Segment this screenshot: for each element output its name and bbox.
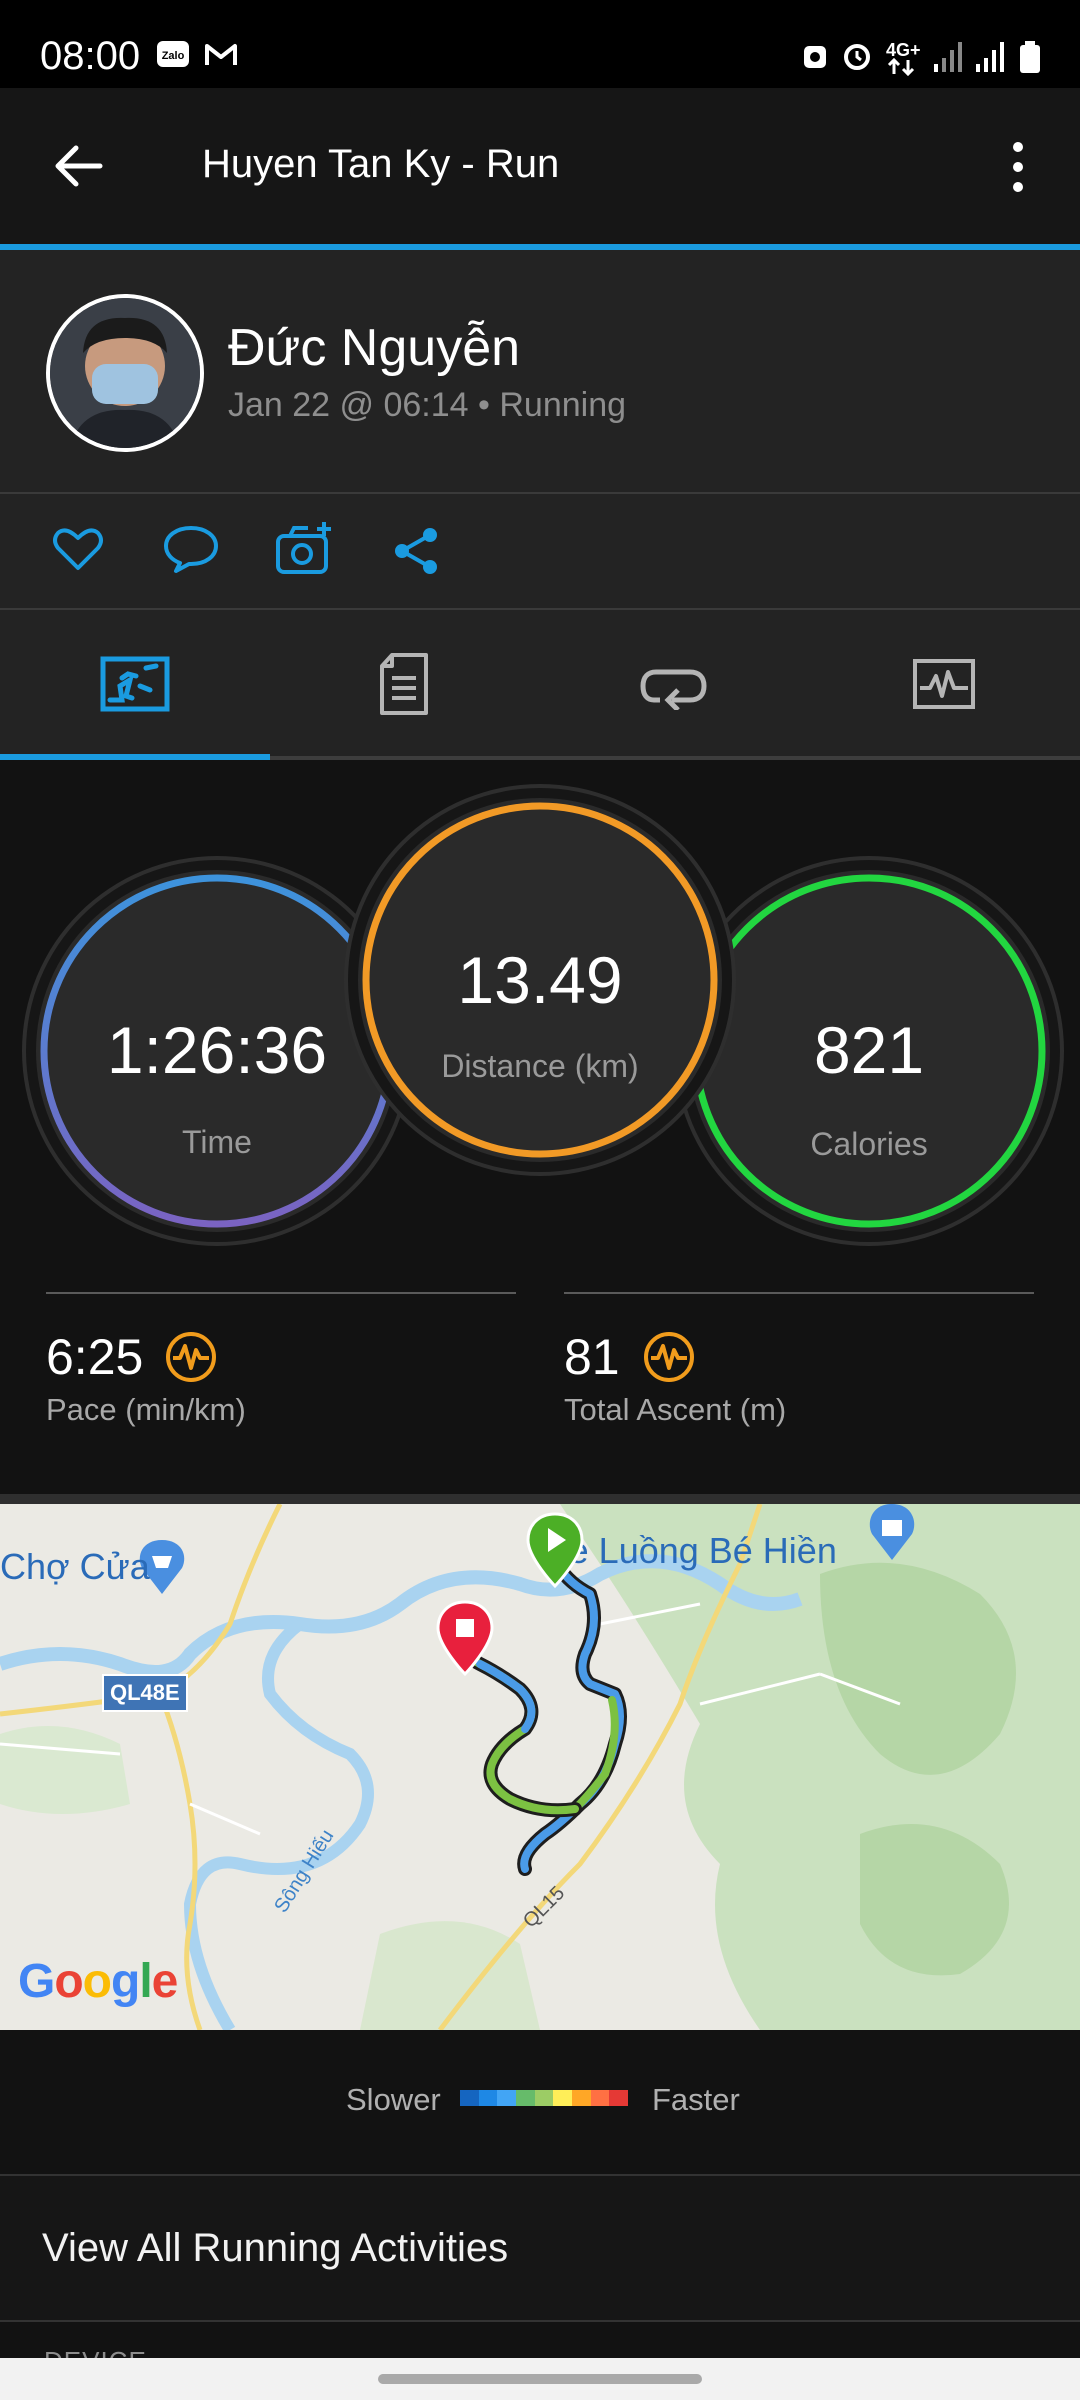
legend-swatch (553, 2090, 573, 2106)
comment-icon[interactable] (162, 524, 220, 574)
view-all-running-activities-link[interactable]: View All Running Activities (42, 2226, 508, 2271)
activity-subtitle: Jan 22 @ 06:14 • Running (228, 386, 627, 424)
pace-value: 6:25 (46, 1329, 144, 1385)
alarm-icon (844, 44, 870, 70)
divider (0, 2320, 1080, 2322)
status-time: 08:00 (40, 34, 141, 78)
start-marker-icon[interactable] (524, 1512, 586, 1590)
charts-icon[interactable] (912, 658, 976, 710)
legend-swatch (609, 2090, 629, 2106)
user-name[interactable]: Đức Nguyễn (228, 318, 520, 378)
pace-divider (46, 1292, 516, 1294)
battery-icon (1020, 41, 1040, 73)
legend-faster-label: Faster (652, 2082, 740, 2117)
add-photo-icon[interactable] (274, 520, 336, 576)
legend-slower-label: Slower (346, 2082, 441, 2117)
legend-swatch (516, 2090, 535, 2106)
calories-value: 821 (813, 1013, 925, 1087)
ascent-label: Total Ascent (m) (564, 1392, 787, 1427)
share-icon[interactable] (392, 526, 440, 576)
pace-badge-icon (166, 1332, 216, 1382)
legend-swatch (497, 2090, 517, 2106)
road-label: QL48E (102, 1674, 188, 1712)
tab-underline (270, 756, 1080, 760)
4g-data-icon (887, 58, 915, 76)
map-label-place: Chợ Cửa (0, 1546, 150, 1587)
calories-label: Calories (810, 1126, 928, 1162)
ascent-value: 81 (564, 1329, 620, 1385)
mute-icon (804, 46, 826, 68)
legend-color-bar (460, 2090, 629, 2106)
svg-text:Zalo: Zalo (162, 50, 185, 62)
details-icon[interactable] (378, 652, 430, 716)
distance-stat-circle: 13.49 Distance (km) (358, 798, 722, 1162)
tab-overview[interactable] (0, 754, 270, 760)
arrow-left-icon[interactable] (54, 144, 104, 188)
zalo-icon: Zalo (157, 41, 189, 67)
overview-icon[interactable] (100, 656, 170, 712)
page-title: Huyen Tan Ky - Run (202, 142, 560, 186)
gmail-icon (205, 44, 237, 65)
ascent-divider (564, 1292, 1034, 1294)
map-border (0, 1494, 1080, 1504)
time-label: Time (182, 1124, 252, 1160)
legend-swatch (572, 2090, 591, 2106)
laps-icon[interactable] (640, 660, 708, 710)
calories-stat-circle: 821 Calories (688, 870, 1050, 1232)
distance-value: 13.49 (457, 943, 623, 1017)
ascent-badge-icon (644, 1332, 694, 1382)
heart-icon[interactable] (52, 526, 104, 572)
route-map[interactable]: Chợ Cửa Tre Luồng Bé Hiền QL48E QL15 Sôn… (0, 1504, 1080, 2030)
home-gesture-handle[interactable] (378, 2374, 702, 2384)
distance-label: Distance (km) (441, 1048, 639, 1084)
legend-swatch (478, 2090, 498, 2106)
legend-swatch (534, 2090, 554, 2106)
legend-swatch (590, 2090, 610, 2106)
avatar[interactable] (46, 294, 204, 452)
more-vert-icon[interactable] (1004, 140, 1032, 194)
finish-marker-icon[interactable] (434, 1600, 496, 1678)
time-stat-circle: 1:26:36 Time (36, 870, 398, 1232)
time-value: 1:26:36 (106, 1013, 328, 1087)
pace-label: Pace (min/km) (46, 1392, 246, 1427)
legend-swatch (460, 2090, 479, 2106)
signal-1-icon (934, 42, 962, 72)
google-logo: Google (18, 1955, 178, 2008)
signal-2-icon (976, 42, 1004, 72)
